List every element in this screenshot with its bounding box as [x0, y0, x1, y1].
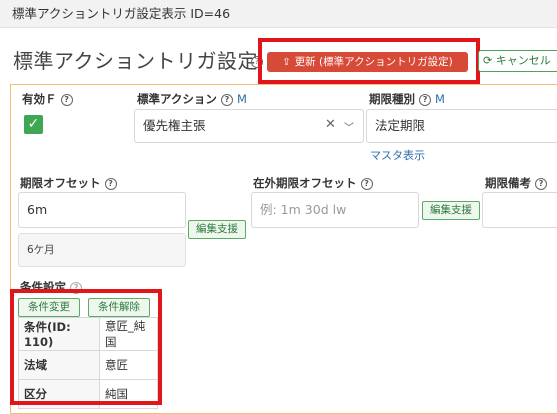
action-label: 標準アクション ? M — [137, 92, 247, 106]
foreign-offset-label: 在外期限オフセット ? — [253, 175, 373, 191]
help-icon: ? — [419, 93, 432, 106]
foreign-offset-input[interactable]: 例: 1m 30d lw — [251, 192, 419, 228]
enabled-checkbox[interactable]: ✓ — [24, 115, 43, 134]
window-title-bar: 標準アクショントリガ設定表示 ID=46 — [0, 0, 557, 28]
window-title: 標準アクショントリガ設定表示 ID=46 — [12, 6, 231, 21]
master-display-link[interactable]: マスタ表示 — [370, 147, 425, 163]
help-icon: ? — [535, 177, 548, 190]
action-select-value: 優先権主張 — [143, 118, 206, 133]
master-link-m[interactable]: M — [435, 92, 445, 106]
help-icon: ? — [60, 93, 73, 106]
update-button-label: 更新 (標準アクショントリガ設定) — [294, 56, 453, 68]
remarks-label: 期限備考 ? — [485, 175, 548, 191]
refresh-icon: ⟳ — [483, 54, 493, 67]
cancel-button[interactable]: ⟳ キャンセル — [478, 50, 557, 72]
update-button[interactable]: ⇪ 更新 (標準アクショントリガ設定) — [267, 52, 468, 72]
offset-input-value: 6m — [27, 202, 48, 217]
edit-help-button[interactable]: 編集支援 — [422, 201, 480, 220]
remarks-input[interactable] — [482, 192, 557, 228]
page-title: 標準アクショントリガ設定 — [13, 49, 258, 73]
period-type-label: 期限種別 ? M — [369, 92, 445, 106]
cancel-button-label: キャンセル — [495, 54, 551, 67]
offset-readable-display: 6ケ月 — [18, 233, 186, 267]
offset-label: 期限オフセット ? — [20, 175, 117, 191]
upload-icon: ⇪ — [282, 57, 291, 68]
enabled-label: 有効Ｆ ? — [22, 91, 73, 107]
highlight-box-condition — [10, 289, 162, 405]
chevron-down-icon[interactable]: ﹀ — [344, 119, 354, 134]
edit-help-button[interactable]: 編集支援 — [188, 220, 246, 239]
foreign-offset-placeholder: 例: 1m 30d lw — [260, 202, 347, 217]
period-type-value: 法定期限 — [375, 118, 426, 133]
help-icon: ? — [360, 177, 373, 190]
clear-icon[interactable]: ✕ — [325, 117, 336, 132]
help-icon: ? — [104, 177, 117, 190]
offset-input[interactable]: 6m — [18, 192, 186, 228]
period-type-select[interactable]: 法定期限 — [366, 109, 557, 143]
master-link-m[interactable]: M — [237, 92, 247, 106]
help-icon: ? — [220, 93, 233, 106]
